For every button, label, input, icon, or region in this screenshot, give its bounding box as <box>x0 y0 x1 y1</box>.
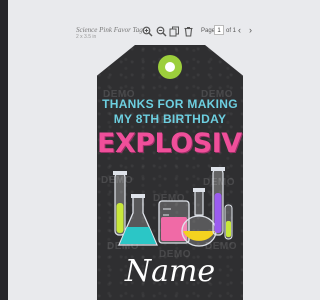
page-count: of 1 <box>226 28 237 34</box>
prev-page-button[interactable]: ‹ <box>238 24 241 36</box>
trash-icon[interactable] <box>182 25 194 37</box>
editor-header <box>8 0 300 40</box>
science-beakers-illustration <box>113 167 233 247</box>
design-canvas[interactable]: DEMO DEMO DEMO DEMO DEMO DEMO DEMO DEMO … <box>97 45 243 300</box>
zoom-in-icon[interactable] <box>141 25 153 37</box>
next-page-button[interactable]: › <box>249 24 252 36</box>
birthday-line[interactable]: MY 8TH BIRTHDAY <box>97 112 243 126</box>
left-panel-edge <box>0 0 8 300</box>
page-label: Page <box>201 28 216 34</box>
tag-hole <box>165 62 175 72</box>
document-size: 2 x 3.5 in <box>76 34 97 40</box>
headline-text[interactable]: EXPLOSIVE <box>97 128 243 159</box>
name-text[interactable]: Name <box>97 254 243 289</box>
favor-tag[interactable]: DEMO DEMO DEMO DEMO DEMO DEMO DEMO DEMO … <box>97 45 243 300</box>
page-number-input[interactable]: 1 <box>214 25 224 35</box>
document-title: Science Pink Favor Tag <box>76 26 143 34</box>
copy-icon[interactable] <box>168 25 180 37</box>
thanks-line[interactable]: THANKS FOR MAKING <box>97 97 243 111</box>
zoom-out-icon[interactable] <box>155 25 167 37</box>
